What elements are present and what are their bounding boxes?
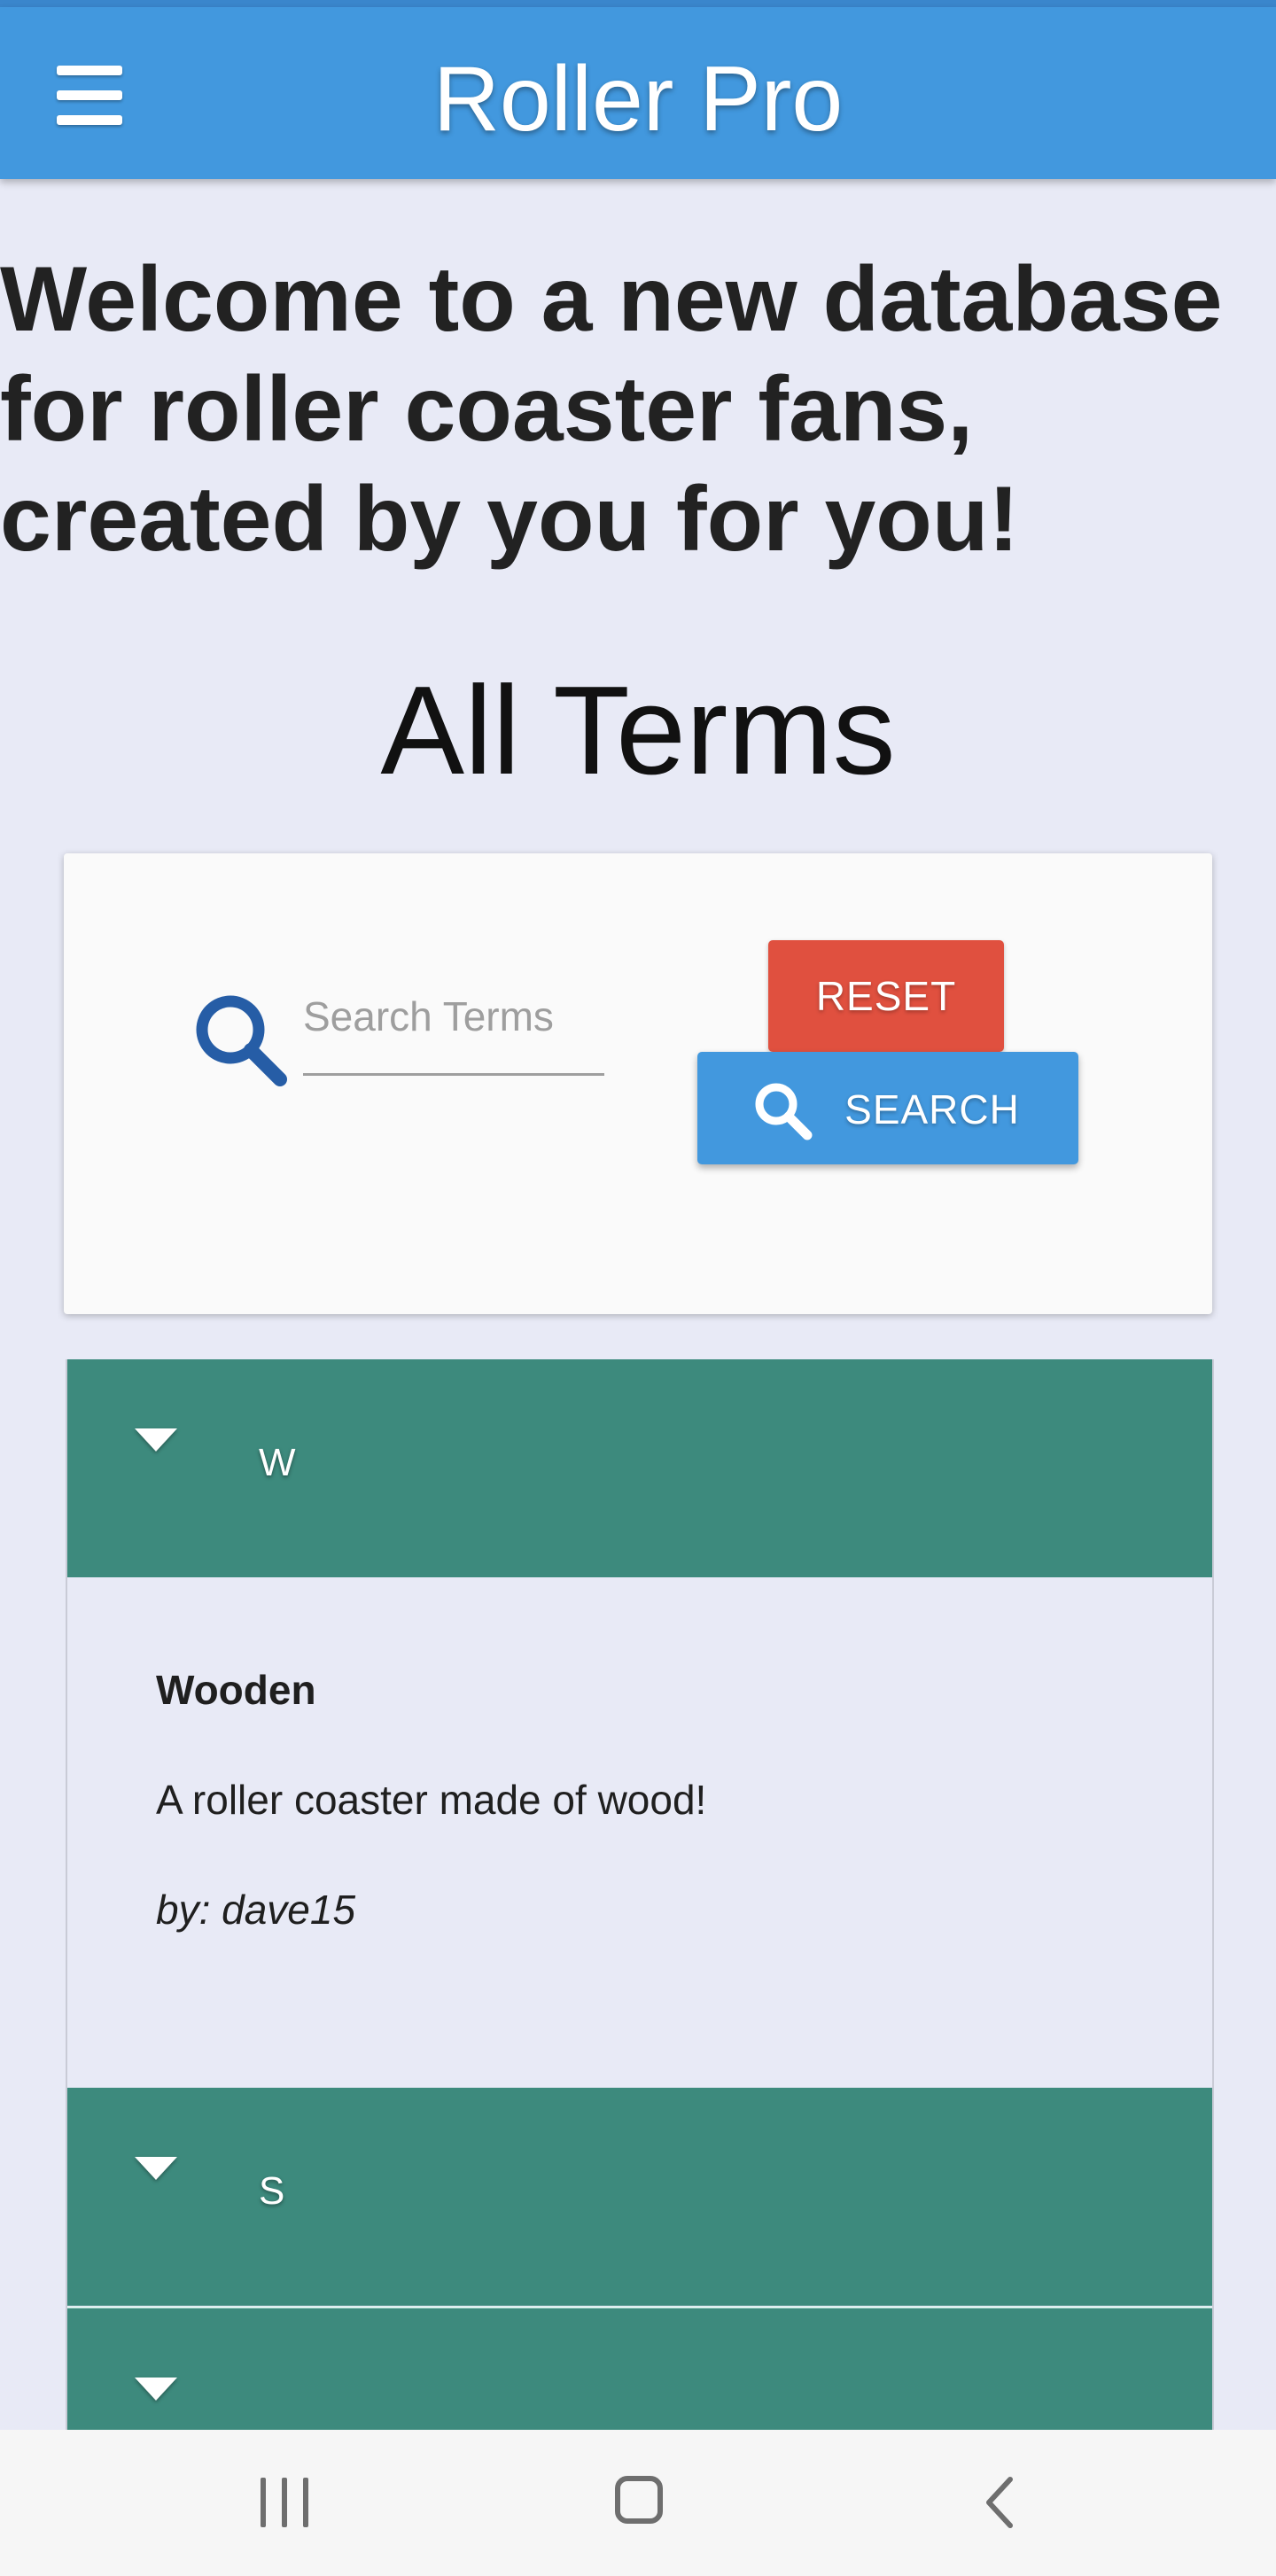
term-author: by: dave15 [156,1887,356,1933]
page-title: All Terms [380,660,896,801]
term-name: Wooden [156,1667,316,1713]
accordion-letter: W [259,1441,296,1484]
system-nav-bar [0,2430,1276,2576]
caret-down-icon [135,2378,177,2401]
reset-button[interactable]: RESET [768,940,1004,1052]
search-input[interactable] [303,960,604,1076]
app-title: Roller Pro [432,48,844,151]
search-button[interactable]: SEARCH [697,1052,1078,1164]
search-icon [755,1083,813,1140]
accordion-header-w[interactable]: W [67,1359,1212,1577]
terms-accordion: W Wooden A roller coaster made of wood! … [66,1359,1214,2458]
accordion-letter: S [259,2169,285,2213]
search-icon [196,995,287,1086]
app-bar: Roller Pro [0,7,1276,179]
term-definition: A roller coaster made of wood! [156,1777,707,1823]
search-card: RESET SEARCH [64,853,1212,1314]
caret-down-icon [135,1428,177,1451]
accordion-body-w: Wooden A roller coaster made of wood! by… [67,1577,1212,2088]
recent-apps-icon[interactable] [259,2478,310,2527]
caret-down-icon [135,2157,177,2180]
search-button-label: SEARCH [844,1086,1020,1132]
home-icon[interactable] [615,2476,663,2524]
status-strip [0,0,1276,7]
accordion-header-s[interactable]: S [67,2088,1212,2306]
back-icon[interactable] [975,2476,1028,2529]
welcome-heading: Welcome to a new database for roller coa… [0,248,1223,571]
